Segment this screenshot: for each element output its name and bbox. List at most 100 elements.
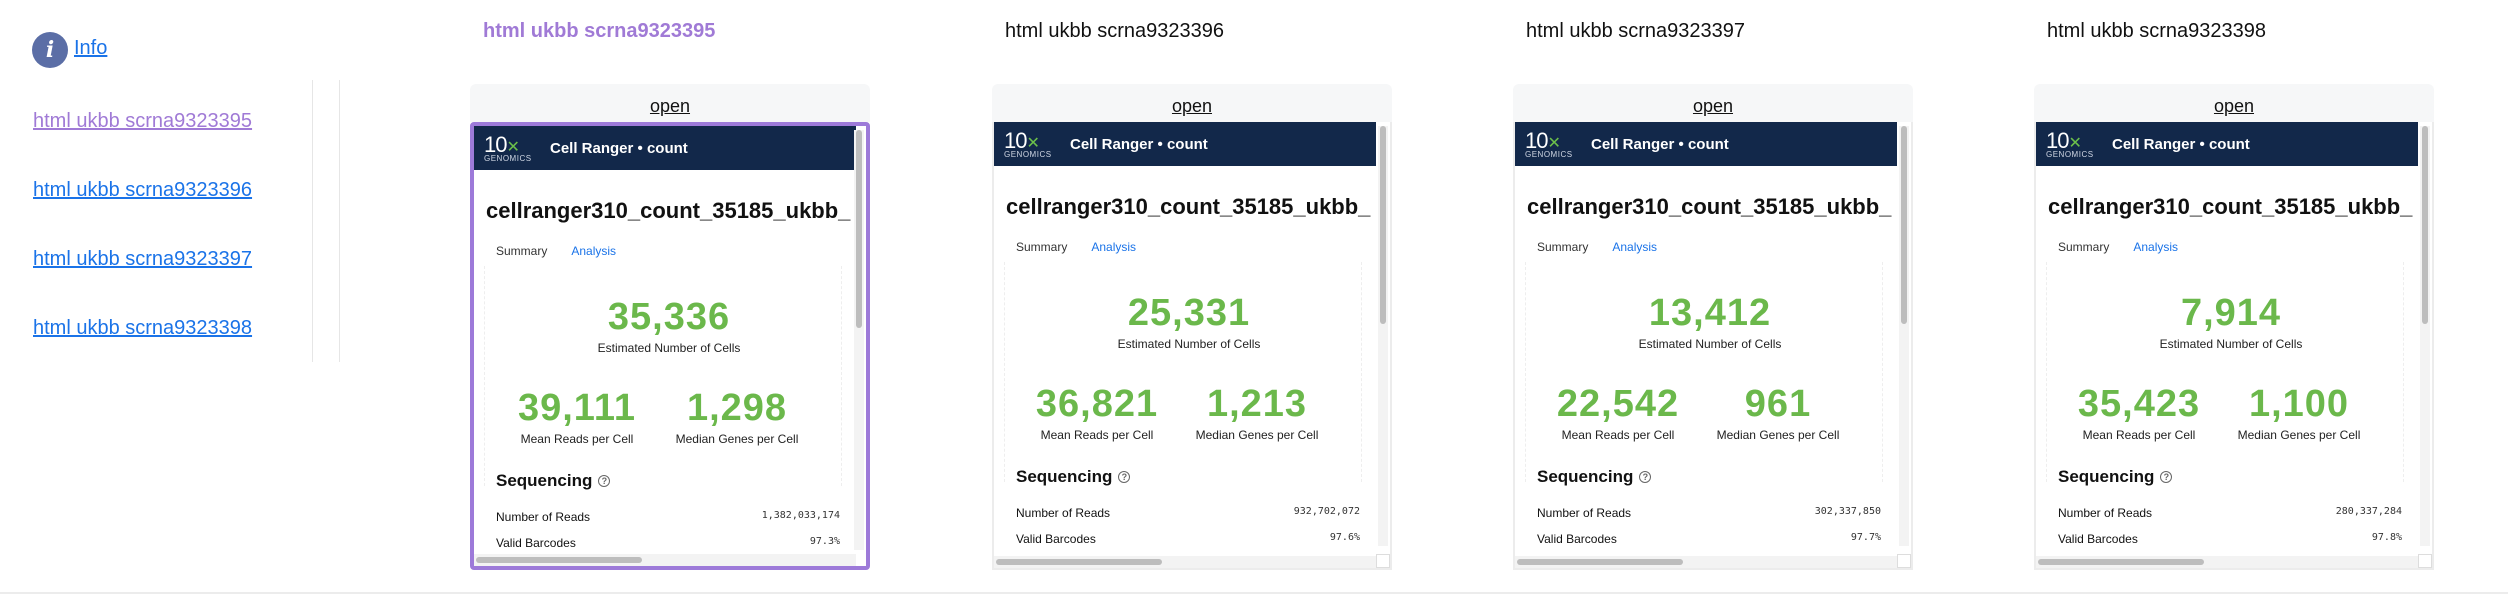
- panel-title: html ukbb scrna9323396: [1005, 20, 1225, 42]
- sidebar-divider: [312, 80, 340, 362]
- metric-cells: 25,331 Estimated Number of Cells: [1117, 292, 1261, 351]
- open-link[interactable]: open: [1693, 96, 1733, 116]
- sample-name: cellranger310_count_35185_ukbb_: [2048, 194, 2413, 219]
- table-row: Valid Barcodes 97.6%: [1016, 532, 1360, 546]
- report-content: 10✕ GENOMICS Cell Ranger • count cellran…: [994, 122, 1376, 552]
- report-content: 10✕ GENOMICS Cell Ranger • count cellran…: [1515, 122, 1897, 552]
- horizontal-scrollbar[interactable]: [474, 554, 856, 566]
- sidebar-links: html ukbb scrna9323395 html ukbb scrna93…: [33, 108, 252, 384]
- metric-genes: 1,100 Median Genes per Cell: [2237, 383, 2361, 442]
- panel-title: html ukbb scrna9323398: [2047, 20, 2267, 42]
- panel-title: html ukbb scrna9323395: [483, 20, 716, 42]
- horizontal-scrollbar[interactable]: [994, 556, 1376, 568]
- open-bar: open: [470, 84, 870, 122]
- tab-analysis[interactable]: Analysis: [571, 244, 616, 258]
- vertical-scrollbar[interactable]: [1899, 126, 1909, 546]
- report-content: 10✕ GENOMICS Cell Ranger • count cellran…: [474, 126, 856, 556]
- tab-analysis[interactable]: Analysis: [2133, 240, 2178, 254]
- report-tabs: Summary Analysis: [1537, 240, 1897, 254]
- header-title: Cell Ranger • count: [1070, 135, 1208, 153]
- table-row: Number of Reads 932,702,072: [1016, 506, 1360, 520]
- tab-summary[interactable]: Summary: [496, 244, 547, 258]
- metric-genes: 1,213 Median Genes per Cell: [1195, 383, 1319, 442]
- vertical-scrollbar[interactable]: [854, 130, 864, 550]
- metric-genes: 1,298 Median Genes per Cell: [675, 387, 799, 446]
- report-panel: html ukbb scrna9323395 open 10✕ GENOMICS…: [470, 20, 870, 570]
- report-header: 10✕ GENOMICS Cell Ranger • count: [1515, 122, 1897, 166]
- metric-genes: 961 Median Genes per Cell: [1716, 383, 1840, 442]
- scroll-corner: [2418, 554, 2432, 568]
- metric-cells: 35,336 Estimated Number of Cells: [597, 296, 741, 355]
- tab-analysis[interactable]: Analysis: [1612, 240, 1657, 254]
- report-tabs: Summary Analysis: [2058, 240, 2418, 254]
- 10x-genomics-logo: 10✕ GENOMICS: [2046, 127, 2094, 159]
- help-icon[interactable]: ?: [2160, 471, 2173, 483]
- sidebar-link-9323398[interactable]: html ukbb scrna9323398: [33, 315, 252, 384]
- table-row: Valid Barcodes 97.8%: [2058, 532, 2402, 546]
- report-content: 10✕ GENOMICS Cell Ranger • count cellran…: [2036, 122, 2418, 552]
- header-title: Cell Ranger • count: [2112, 135, 2250, 153]
- tab-summary[interactable]: Summary: [1016, 240, 1067, 254]
- info-link[interactable]: Info: [74, 37, 107, 60]
- horizontal-scrollbar[interactable]: [1515, 556, 1897, 568]
- report-header: 10✕ GENOMICS Cell Ranger • count: [994, 122, 1376, 166]
- open-bar: open: [2034, 84, 2434, 122]
- open-link[interactable]: open: [2214, 96, 2254, 116]
- table-row: Valid Barcodes 97.7%: [1537, 532, 1881, 546]
- scroll-corner: [1897, 554, 1911, 568]
- open-link[interactable]: open: [650, 96, 690, 116]
- report-iframe[interactable]: 10✕ GENOMICS Cell Ranger • count cellran…: [992, 122, 1392, 570]
- sidebar-link-9323397[interactable]: html ukbb scrna9323397: [33, 246, 252, 315]
- table-row: Valid Barcodes 97.3%: [496, 536, 840, 550]
- report-header: 10✕ GENOMICS Cell Ranger • count: [2036, 122, 2418, 166]
- help-icon[interactable]: ?: [598, 475, 611, 487]
- panel-title: html ukbb scrna9323397: [1526, 20, 1746, 42]
- report-panel: html ukbb scrna9323398 open 10✕ GENOMICS…: [2034, 20, 2434, 570]
- sequencing-title: Sequencing?: [1016, 467, 1131, 487]
- page-divider: [0, 592, 2508, 594]
- metric-cells: 13,412 Estimated Number of Cells: [1638, 292, 1782, 351]
- report-iframe[interactable]: 10✕ GENOMICS Cell Ranger • count cellran…: [1513, 122, 1913, 570]
- sidebar-link-9323395[interactable]: html ukbb scrna9323395: [33, 108, 252, 177]
- sidebar-link-9323396[interactable]: html ukbb scrna9323396: [33, 177, 252, 246]
- help-icon[interactable]: ?: [1118, 471, 1131, 483]
- report-header: 10✕ GENOMICS Cell Ranger • count: [474, 126, 856, 170]
- sample-name: cellranger310_count_35185_ukbb_: [1006, 194, 1371, 219]
- info-row: i Info: [32, 32, 107, 68]
- open-link[interactable]: open: [1172, 96, 1212, 116]
- open-bar: open: [1513, 84, 1913, 122]
- sequencing-title: Sequencing?: [2058, 467, 2173, 487]
- help-icon[interactable]: ?: [1639, 471, 1652, 483]
- report-iframe[interactable]: 10✕ GENOMICS Cell Ranger • count cellran…: [2034, 122, 2434, 570]
- metrics-card: 35,336 Estimated Number of Cells 39,111 …: [484, 266, 842, 486]
- metrics-card: 7,914 Estimated Number of Cells 35,423 M…: [2046, 262, 2404, 482]
- 10x-genomics-logo: 10✕ GENOMICS: [484, 131, 532, 163]
- report-panel: html ukbb scrna9323396 open 10✕ GENOMICS…: [992, 20, 1392, 570]
- tab-summary[interactable]: Summary: [1537, 240, 1588, 254]
- report-iframe[interactable]: 10✕ GENOMICS Cell Ranger • count cellran…: [470, 122, 870, 570]
- header-title: Cell Ranger • count: [550, 139, 688, 157]
- tab-summary[interactable]: Summary: [2058, 240, 2109, 254]
- report-panel: html ukbb scrna9323397 open 10✕ GENOMICS…: [1513, 20, 1913, 570]
- scroll-corner: [1376, 554, 1390, 568]
- metrics-card: 25,331 Estimated Number of Cells 36,821 …: [1004, 262, 1362, 482]
- report-tabs: Summary Analysis: [1016, 240, 1376, 254]
- vertical-scrollbar[interactable]: [2420, 126, 2430, 546]
- sample-name: cellranger310_count_35185_ukbb_: [1527, 194, 1892, 219]
- vertical-scrollbar[interactable]: [1378, 126, 1388, 546]
- 10x-genomics-logo: 10✕ GENOMICS: [1525, 127, 1573, 159]
- table-row: Number of Reads 1,382,033,174: [496, 510, 840, 524]
- metrics-card: 13,412 Estimated Number of Cells 22,542 …: [1525, 262, 1883, 482]
- sequencing-title: Sequencing?: [496, 471, 611, 491]
- table-row: Number of Reads 280,337,284: [2058, 506, 2402, 520]
- open-bar: open: [992, 84, 1392, 122]
- tab-analysis[interactable]: Analysis: [1091, 240, 1136, 254]
- 10x-genomics-logo: 10✕ GENOMICS: [1004, 127, 1052, 159]
- info-icon[interactable]: i: [32, 32, 68, 68]
- sequencing-title: Sequencing?: [1537, 467, 1652, 487]
- sample-name: cellranger310_count_35185_ukbb_: [486, 198, 851, 223]
- table-row: Number of Reads 302,337,850: [1537, 506, 1881, 520]
- metric-cells: 7,914 Estimated Number of Cells: [2159, 292, 2303, 351]
- report-tabs: Summary Analysis: [496, 244, 856, 258]
- horizontal-scrollbar[interactable]: [2036, 556, 2418, 568]
